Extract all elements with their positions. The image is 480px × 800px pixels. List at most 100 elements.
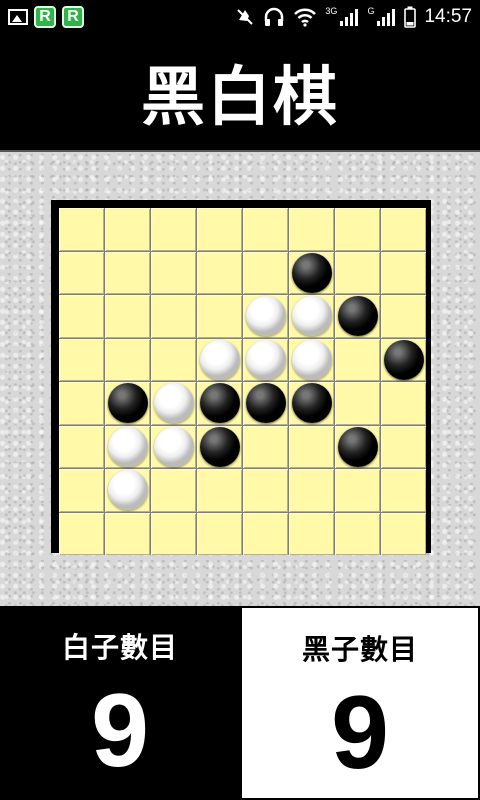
- board-cell-r6-c4[interactable]: [197, 425, 242, 468]
- board-cell-r4-c3[interactable]: [151, 338, 196, 381]
- board-cell-r2-c5[interactable]: [243, 251, 288, 294]
- board-cell-r3-c7[interactable]: [335, 295, 380, 338]
- board-cell-r5-c5[interactable]: [243, 382, 288, 425]
- board-cell-r6-c3[interactable]: [151, 425, 196, 468]
- black-disc: [291, 252, 332, 293]
- board-cell-r2-c4[interactable]: [197, 251, 242, 294]
- board-cell-r7-c1[interactable]: [59, 469, 104, 512]
- board-cell-r1-c4[interactable]: [197, 208, 242, 251]
- board-cell-r5-c1[interactable]: [59, 382, 104, 425]
- board-cell-r5-c8[interactable]: [381, 382, 426, 425]
- board-cell-r6-c6[interactable]: [289, 425, 334, 468]
- board-cell-r4-c8[interactable]: [381, 338, 426, 381]
- white-disc: [107, 426, 148, 467]
- board-cell-r6-c1[interactable]: [59, 425, 104, 468]
- black-disc: [383, 339, 424, 380]
- board-cell-r7-c4[interactable]: [197, 469, 242, 512]
- notification-icons: R R: [0, 5, 84, 28]
- board-cell-r5-c3[interactable]: [151, 382, 196, 425]
- white-disc: [153, 426, 194, 467]
- board-cell-r4-c1[interactable]: [59, 338, 104, 381]
- board-cell-r3-c1[interactable]: [59, 295, 104, 338]
- black-disc: [107, 383, 148, 424]
- board-cell-r7-c5[interactable]: [243, 469, 288, 512]
- board-cell-r8-c3[interactable]: [151, 512, 196, 555]
- board-cell-r1-c7[interactable]: [335, 208, 380, 251]
- board-cell-r1-c8[interactable]: [381, 208, 426, 251]
- board-cell-r4-c2[interactable]: [105, 338, 150, 381]
- board-cell-r4-c4[interactable]: [197, 338, 242, 381]
- board-cell-r3-c3[interactable]: [151, 295, 196, 338]
- board-cell-r4-c5[interactable]: [243, 338, 288, 381]
- board-cell-r2-c8[interactable]: [381, 251, 426, 294]
- board-cell-r8-c4[interactable]: [197, 512, 242, 555]
- black-disc: [337, 426, 378, 467]
- network-3g-label: 3G: [325, 5, 338, 16]
- board-cell-r7-c3[interactable]: [151, 469, 196, 512]
- game-board: [51, 200, 431, 555]
- board-cell-r8-c6[interactable]: [289, 512, 334, 555]
- white-disc: [291, 296, 332, 337]
- board-cell-r4-c6[interactable]: [289, 338, 334, 381]
- white-disc: [291, 339, 332, 380]
- status-bar: R R 3G G 14:57: [0, 0, 480, 33]
- board-cell-r3-c4[interactable]: [197, 295, 242, 338]
- board-cell-r7-c6[interactable]: [289, 469, 334, 512]
- board-cell-r1-c5[interactable]: [243, 208, 288, 251]
- board-cell-r2-c3[interactable]: [151, 251, 196, 294]
- board-cell-r3-c8[interactable]: [381, 295, 426, 338]
- r-app-icon: R: [62, 5, 84, 28]
- board-cell-r8-c5[interactable]: [243, 512, 288, 555]
- board-cell-r3-c6[interactable]: [289, 295, 334, 338]
- board-cell-r1-c1[interactable]: [59, 208, 104, 251]
- white-disc: [245, 339, 286, 380]
- board-cell-r3-c5[interactable]: [243, 295, 288, 338]
- mute-icon: [237, 8, 254, 25]
- clock: 14:57: [424, 5, 472, 27]
- board-cell-r7-c8[interactable]: [381, 469, 426, 512]
- board-cell-r6-c8[interactable]: [381, 425, 426, 468]
- board-cell-r8-c2[interactable]: [105, 512, 150, 555]
- board-cell-r1-c3[interactable]: [151, 208, 196, 251]
- white-score-label: 白子數目: [61, 631, 178, 664]
- board-cell-r2-c1[interactable]: [59, 251, 104, 294]
- white-disc: [199, 339, 240, 380]
- board-cell-r5-c4[interactable]: [197, 382, 242, 425]
- board-cell-r8-c8[interactable]: [381, 512, 426, 555]
- black-score-value: 9: [331, 675, 389, 791]
- board-cell-r8-c1[interactable]: [59, 512, 104, 555]
- white-score-panel: 白子數目 9: [0, 606, 240, 800]
- system-icons: 3G G 14:57: [235, 6, 480, 28]
- board-cell-r5-c7[interactable]: [335, 382, 380, 425]
- white-disc: [245, 296, 286, 337]
- board-cell-r3-c2[interactable]: [105, 295, 150, 338]
- white-disc: [153, 383, 194, 424]
- black-score-panel: 黑子數目 9: [240, 606, 480, 800]
- board-cell-r7-c7[interactable]: [335, 469, 380, 512]
- board-cell-r6-c5[interactable]: [243, 425, 288, 468]
- black-disc: [337, 296, 378, 337]
- headphones-icon: [265, 7, 284, 26]
- wifi-icon: [294, 8, 317, 27]
- battery-icon: [404, 6, 417, 28]
- board-cell-r2-c2[interactable]: [105, 251, 150, 294]
- board-cell-r1-c2[interactable]: [105, 208, 150, 251]
- board-cell-r8-c7[interactable]: [335, 512, 380, 555]
- image-icon: [8, 8, 28, 25]
- signal-icon: [377, 8, 396, 26]
- board-cell-r6-c2[interactable]: [105, 425, 150, 468]
- signal-icon: [340, 8, 359, 26]
- board-cell-r5-c2[interactable]: [105, 382, 150, 425]
- board-cell-r2-c7[interactable]: [335, 251, 380, 294]
- board-cell-r7-c2[interactable]: [105, 469, 150, 512]
- black-disc: [291, 383, 332, 424]
- board-grid: [59, 208, 426, 555]
- board-cell-r1-c6[interactable]: [289, 208, 334, 251]
- board-cell-r2-c6[interactable]: [289, 251, 334, 294]
- white-disc: [107, 470, 148, 511]
- black-disc: [245, 383, 286, 424]
- black-disc: [199, 383, 240, 424]
- board-cell-r6-c7[interactable]: [335, 425, 380, 468]
- board-cell-r4-c7[interactable]: [335, 338, 380, 381]
- board-cell-r5-c6[interactable]: [289, 382, 334, 425]
